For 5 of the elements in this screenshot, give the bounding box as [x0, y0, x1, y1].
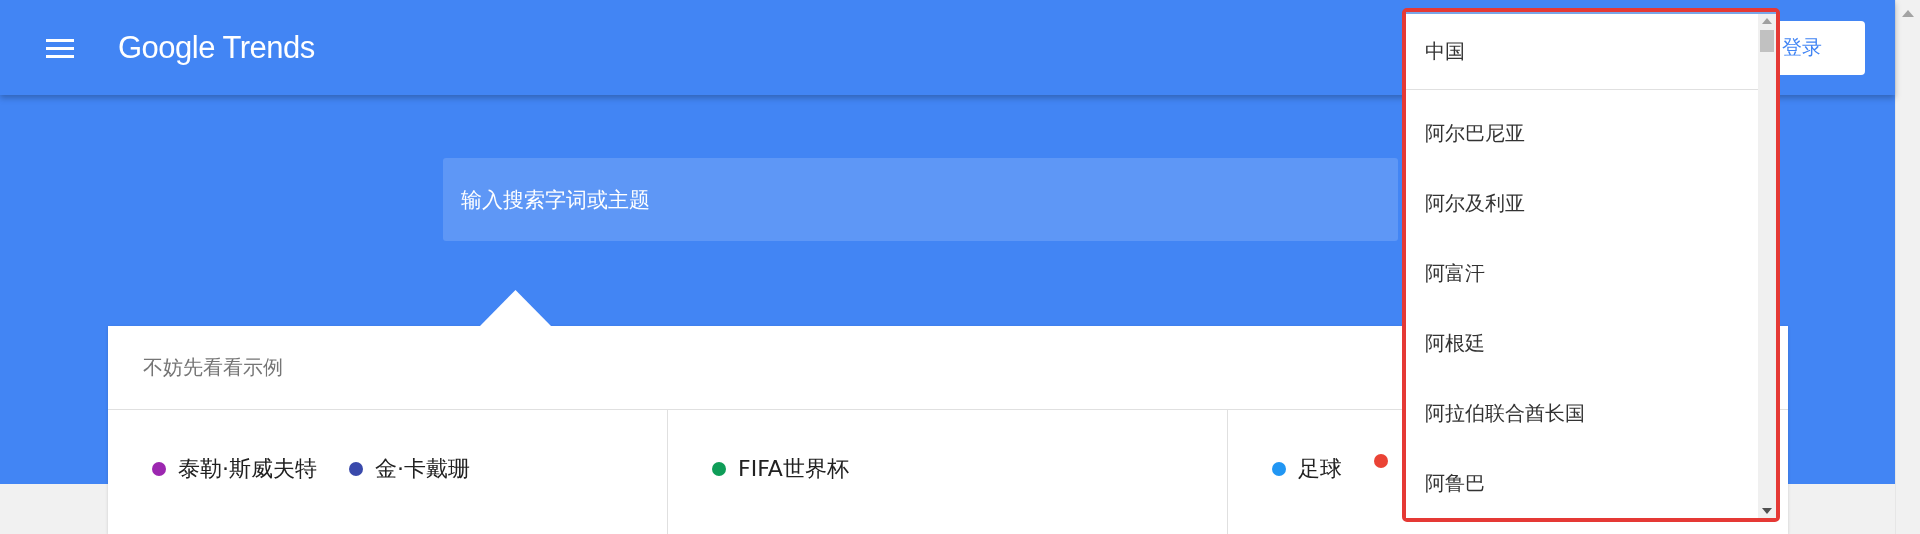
examples-heading: 不妨先看看示例 — [143, 354, 283, 381]
example-term: 金·卡戴珊 — [375, 455, 470, 483]
example-term: 泰勒·斯威夫特 — [178, 455, 317, 483]
example-term: 足球 — [1298, 455, 1342, 483]
example-term: FIFA世界杯 — [738, 455, 849, 483]
